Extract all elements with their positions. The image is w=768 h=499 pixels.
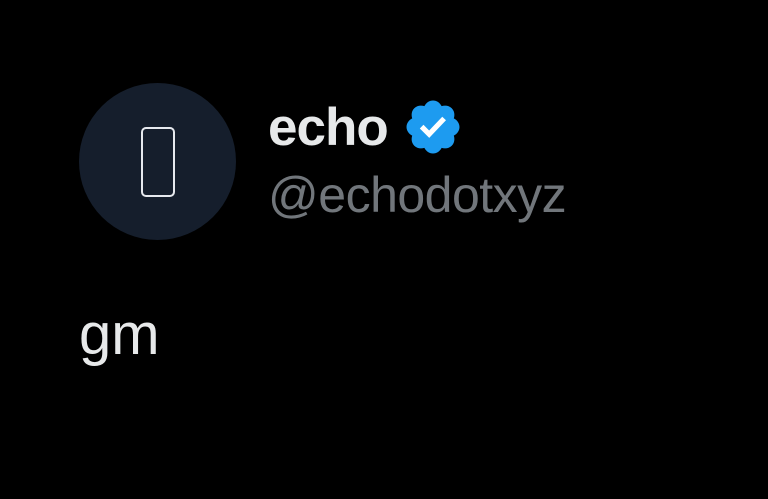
verified-badge-icon[interactable] (402, 96, 464, 158)
avatar[interactable] (79, 83, 236, 240)
author-display-name[interactable]: echo (268, 101, 389, 154)
tweet-text: gm (79, 302, 160, 367)
author-handle[interactable]: @echodotxyz (268, 170, 567, 220)
tweet-card: echo @echodotxyz gm (0, 0, 768, 499)
author-name-row: echo (268, 92, 464, 162)
echo-logo-icon (140, 126, 175, 197)
